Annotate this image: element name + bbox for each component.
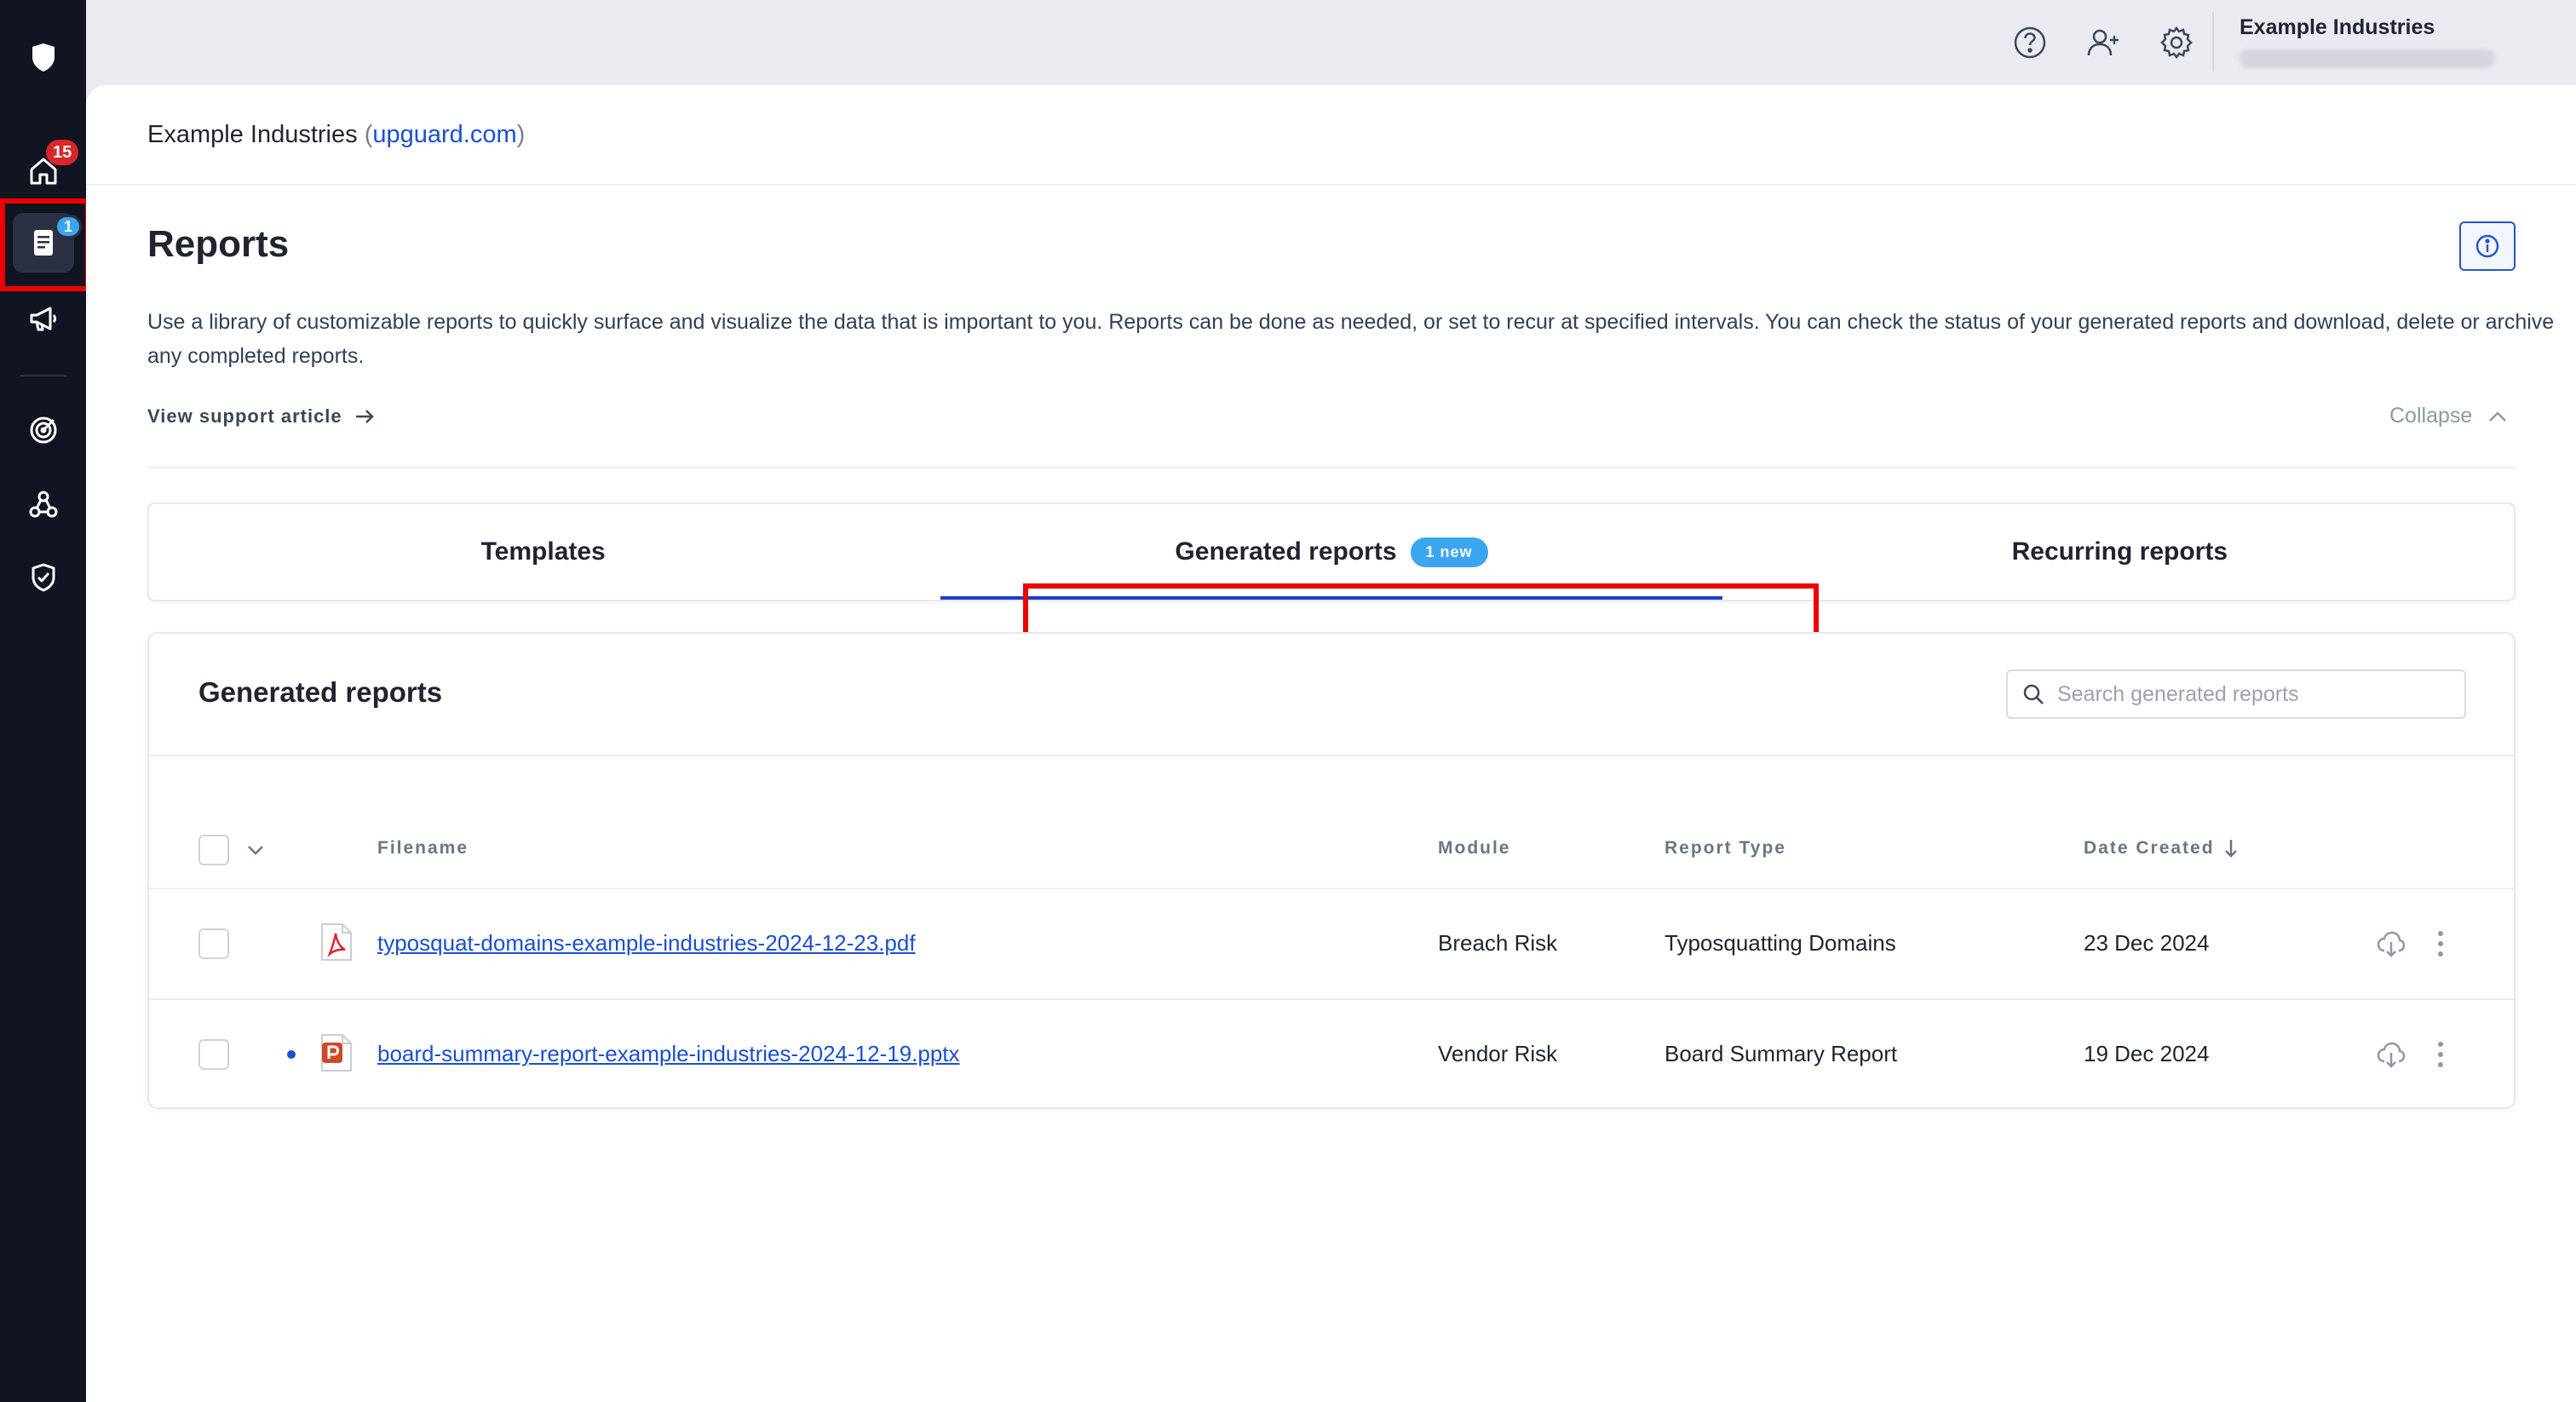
- info-icon: [2475, 234, 2499, 258]
- sidebar-divider: [20, 375, 66, 376]
- sidebar-item-trust[interactable]: [0, 548, 86, 607]
- sidebar: 15 1: [0, 0, 90, 1402]
- row-checkbox[interactable]: [198, 1039, 229, 1070]
- page-title: Reports: [147, 223, 290, 265]
- card-header-divider: [149, 755, 2514, 756]
- row-module: Vendor Risk: [1438, 1041, 1558, 1066]
- account-email-redacted: [2240, 49, 2495, 68]
- more-vertical-icon: [2438, 1042, 2443, 1067]
- row-module: Breach Risk: [1438, 930, 1558, 956]
- column-header-module[interactable]: Module: [1438, 838, 1511, 859]
- tab-recurring-reports[interactable]: Recurring reports: [1726, 504, 2514, 600]
- select-all-checkbox[interactable]: [198, 835, 229, 865]
- row-divider: [149, 888, 2514, 889]
- help-button[interactable]: [2010, 22, 2050, 63]
- row-divider: [149, 998, 2514, 1000]
- page-description: Use a library of customizable reports to…: [147, 310, 2555, 368]
- main-content: Example Industries (upguard.com) Reports…: [86, 85, 2576, 1402]
- gear-icon: [2160, 26, 2193, 60]
- search-icon: [2023, 684, 2044, 704]
- sidebar-item-vendors[interactable]: [0, 474, 86, 534]
- help-icon: [2014, 26, 2046, 59]
- generated-reports-card: Generated reports Filename Module Report…: [147, 632, 2516, 1109]
- shield-check-icon: [32, 563, 55, 592]
- notification-badge: 15: [46, 140, 79, 165]
- topbar-separator: [2212, 12, 2214, 72]
- new-count-pill: 1 new: [1410, 537, 1488, 567]
- user-add-icon: [2087, 29, 2119, 56]
- download-button[interactable]: [2374, 1037, 2408, 1072]
- more-options-button[interactable]: [2424, 1037, 2458, 1072]
- column-header-report-type[interactable]: Report Type: [1665, 838, 1786, 859]
- row-report-type: Typosquatting Domains: [1665, 930, 1896, 956]
- cloud-download-icon: [2377, 1042, 2406, 1068]
- tab-label: Recurring reports: [2011, 537, 2228, 566]
- download-button[interactable]: [2374, 927, 2408, 961]
- pdf-file-icon: [321, 923, 352, 961]
- breadcrumb-open-paren: (: [364, 121, 373, 148]
- breadcrumb-domain-link[interactable]: upguard.com: [372, 121, 516, 148]
- account-org-name[interactable]: Example Industries: [2240, 15, 2435, 40]
- breadcrumb-close-paren: ): [516, 121, 526, 148]
- card-title: Generated reports: [198, 676, 443, 708]
- top-bar: Example Industries: [86, 0, 2576, 85]
- sidebar-item-attack-surface[interactable]: [0, 400, 86, 460]
- target-icon: [30, 417, 56, 444]
- column-header-label: Report Type: [1665, 838, 1786, 858]
- pptx-file-icon: [321, 1034, 352, 1072]
- column-header-date-created[interactable]: Date Created: [2084, 838, 2239, 859]
- column-header-label: Module: [1438, 838, 1511, 858]
- row-report-type: Board Summary Report: [1665, 1041, 1898, 1066]
- tab-label: Templates: [480, 537, 606, 566]
- view-support-article-link[interactable]: View support article: [147, 405, 375, 428]
- support-link-label: View support article: [147, 405, 342, 427]
- column-header-label: Date Created: [2084, 838, 2215, 858]
- sort-descending-icon: [2224, 840, 2237, 858]
- collapse-label: Collapse: [2389, 404, 2473, 428]
- unread-indicator: [287, 1050, 296, 1059]
- highlight-box-sidebar: [0, 198, 90, 291]
- megaphone-icon: [30, 307, 56, 331]
- cloud-download-icon: [2377, 931, 2406, 957]
- row-date-created: 23 Dec 2024: [2084, 930, 2210, 956]
- breadcrumb: Example Industries (upguard.com): [147, 121, 525, 149]
- app-logo[interactable]: [0, 27, 86, 87]
- collapse-button[interactable]: Collapse: [2389, 404, 2508, 428]
- search-box: [2006, 669, 2466, 719]
- section-divider: [147, 467, 2516, 468]
- more-vertical-icon: [2438, 931, 2443, 957]
- search-input[interactable]: [2057, 681, 2449, 707]
- column-header-label: Filename: [377, 838, 469, 858]
- tab-templates[interactable]: Templates: [149, 504, 937, 600]
- column-header-filename[interactable]: Filename: [377, 838, 469, 859]
- breadcrumb-divider: [86, 184, 2576, 186]
- row-filename-link[interactable]: board-summary-report-example-industries-…: [377, 1041, 960, 1067]
- chevron-down-icon[interactable]: [246, 843, 265, 857]
- settings-button[interactable]: [2156, 22, 2197, 63]
- breadcrumb-org: Example Industries: [147, 121, 358, 148]
- arrow-right-icon: [355, 410, 374, 423]
- row-date-created: 19 Dec 2024: [2084, 1041, 2210, 1066]
- sidebar-item-announcements[interactable]: [0, 289, 86, 348]
- chevron-up-icon: [2489, 411, 2507, 422]
- tab-label: Generated reports: [1175, 537, 1397, 566]
- shield-logo-icon: [32, 43, 55, 72]
- info-button[interactable]: [2459, 221, 2516, 271]
- network-icon: [29, 491, 57, 518]
- row-filename-link[interactable]: typosquat-domains-example-industries-202…: [377, 930, 916, 957]
- more-options-button[interactable]: [2424, 927, 2458, 961]
- row-checkbox[interactable]: [198, 928, 229, 959]
- invite-user-button[interactable]: [2083, 22, 2124, 63]
